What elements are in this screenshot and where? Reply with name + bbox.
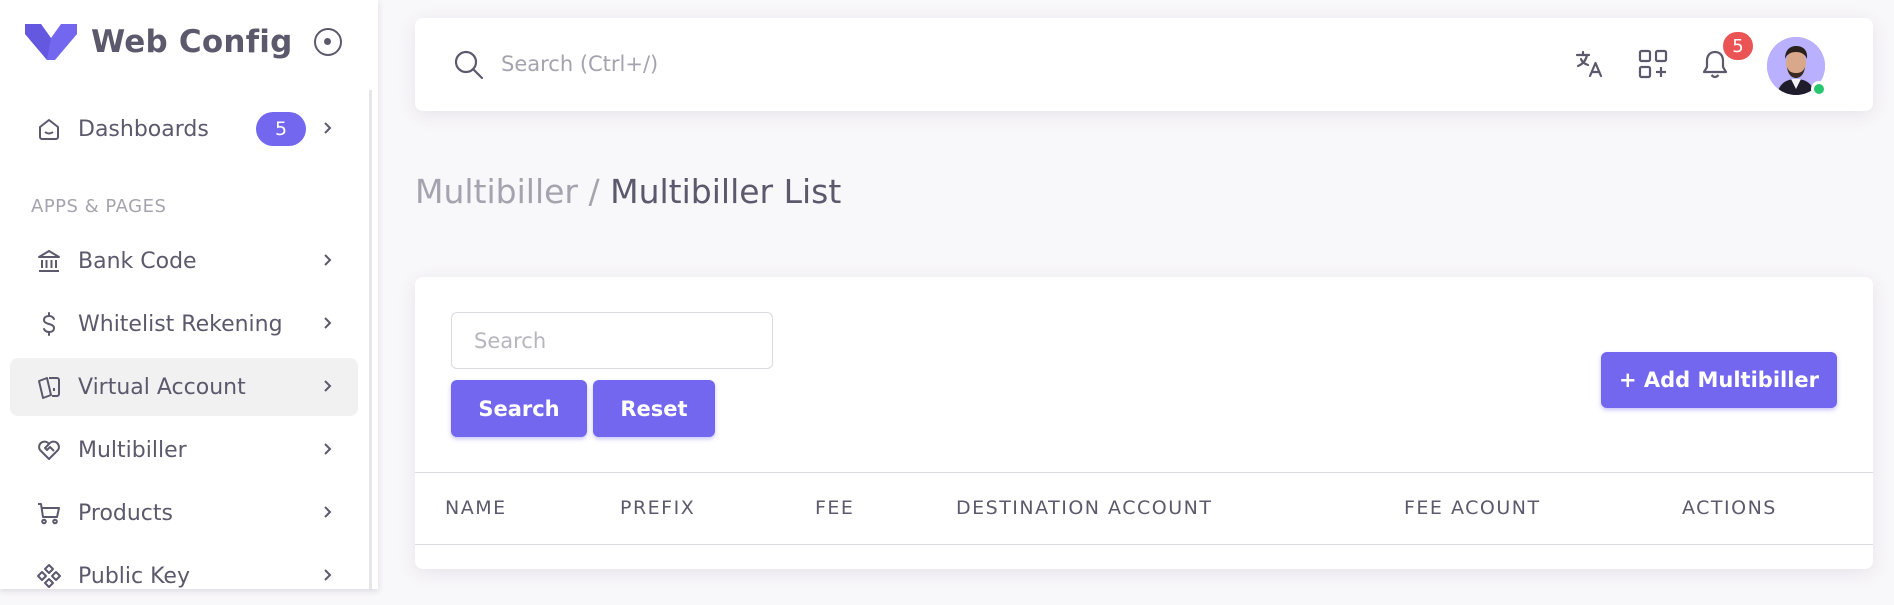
sidebar-item-whitelist-rekening[interactable]: Whitelist Rekening (10, 295, 358, 353)
chevron-right-icon (324, 380, 332, 392)
sidebar-item-dashboards[interactable]: Dashboards 5 (10, 100, 358, 158)
notification-count-badge: 5 (1721, 30, 1755, 62)
breadcrumb: Multibiller / Multibiller List (415, 172, 841, 211)
language-icon[interactable] (1572, 46, 1608, 82)
sidebar-item-public-key[interactable]: Public Key (10, 547, 358, 605)
column-header-prefix[interactable]: PREFIX (620, 497, 695, 519)
column-header-destination-account[interactable]: DESTINATION ACCOUNT (956, 497, 1212, 519)
chevron-right-icon (324, 569, 332, 581)
heart-handshake-icon (34, 435, 64, 465)
table-header: NAME PREFIX FEE DESTINATION ACCOUNT FEE … (415, 472, 1873, 545)
breadcrumb-separator: / (588, 172, 600, 211)
chevron-right-icon (324, 317, 332, 329)
chevron-right-icon (324, 254, 332, 266)
global-search-input[interactable] (501, 44, 1201, 84)
search-icon[interactable] (451, 47, 487, 83)
list-search-input[interactable] (451, 312, 773, 369)
menu-toggle-icon[interactable] (314, 28, 342, 56)
sidebar-item-label: Whitelist Rekening (78, 311, 283, 337)
dollar-icon (34, 309, 64, 339)
sidebar-item-products[interactable]: Products (10, 484, 358, 542)
section-title: APPS & PAGES (31, 196, 167, 217)
column-header-fee[interactable]: FEE (815, 497, 854, 519)
page-title: Multibiller List (610, 172, 842, 211)
sidebar-item-label: Dashboards (78, 116, 209, 142)
online-status-dot (1811, 81, 1827, 97)
search-button[interactable]: Search (451, 380, 587, 437)
home-icon (34, 114, 64, 144)
column-header-fee-account[interactable]: FEE ACOUNT (1404, 497, 1541, 519)
dashboards-badge: 5 (256, 112, 306, 146)
top-navbar: 5 (415, 18, 1873, 111)
chevron-right-icon (324, 506, 332, 518)
chevron-right-icon (324, 122, 332, 134)
sidebar-item-bank-code[interactable]: Bank Code (10, 232, 358, 290)
sidebar: Web Config Dashboards 5 APPS & PAGES Ban… (0, 0, 378, 589)
add-multibiller-button[interactable]: + Add Multibiller (1601, 352, 1837, 408)
sidebar-item-label: Virtual Account (78, 374, 246, 400)
shopping-cart-icon (34, 498, 64, 528)
bank-icon (34, 246, 64, 276)
reset-button[interactable]: Reset (593, 380, 715, 437)
sidebar-item-label: Public Key (78, 563, 190, 589)
sidebar-item-label: Products (78, 500, 173, 526)
shortcuts-grid-icon[interactable] (1635, 46, 1671, 82)
chevron-right-icon (324, 443, 332, 455)
multibiller-list-card: Search Reset + Add Multibiller NAME PREF… (415, 277, 1873, 569)
sidebar-scrollbar[interactable] (369, 90, 372, 589)
brand[interactable]: Web Config (25, 20, 293, 64)
column-header-actions[interactable]: ACTIONS (1682, 497, 1777, 519)
components-icon (34, 561, 64, 591)
sidebar-item-label: Multibiller (78, 437, 187, 463)
brand-logo-icon (25, 24, 77, 60)
sidebar-item-label: Bank Code (78, 248, 197, 274)
cards-icon (34, 372, 64, 402)
brand-name: Web Config (91, 24, 293, 60)
breadcrumb-parent[interactable]: Multibiller (415, 172, 578, 211)
sidebar-item-multibiller[interactable]: Multibiller (10, 421, 358, 479)
column-header-name[interactable]: NAME (445, 497, 507, 519)
sidebar-item-virtual-account[interactable]: Virtual Account (10, 358, 358, 416)
